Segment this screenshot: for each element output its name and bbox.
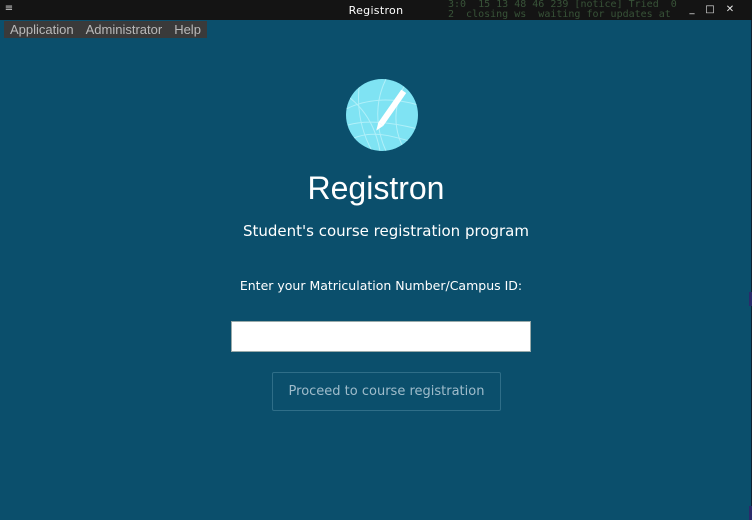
id-field-label: Enter your Matriculation Number/Campus I… (239, 278, 523, 293)
matriculation-id-input[interactable] (231, 321, 531, 352)
app-subtitle: Student's course registration program (242, 222, 529, 240)
maximize-icon[interactable]: □ (704, 3, 716, 16)
pen-globe-icon (346, 79, 418, 151)
menu-help[interactable]: Help (168, 21, 207, 38)
menu-administrator[interactable]: Administrator (80, 21, 169, 38)
menu-application[interactable]: Application (4, 21, 80, 38)
title-bar[interactable]: ≡ 3:0 15 13 48 46 239 [notice] Tried 0 2… (0, 0, 752, 20)
proceed-button[interactable]: Proceed to course registration (272, 372, 501, 411)
menu-bar: Application Administrator Help (4, 21, 207, 38)
app-window: ≡ 3:0 15 13 48 46 239 [notice] Tried 0 2… (0, 0, 752, 520)
minimize-icon[interactable]: _ (686, 3, 698, 16)
app-title: Registron (307, 170, 445, 206)
close-icon[interactable]: ✕ (724, 3, 736, 16)
window-title: Registron (348, 4, 404, 17)
